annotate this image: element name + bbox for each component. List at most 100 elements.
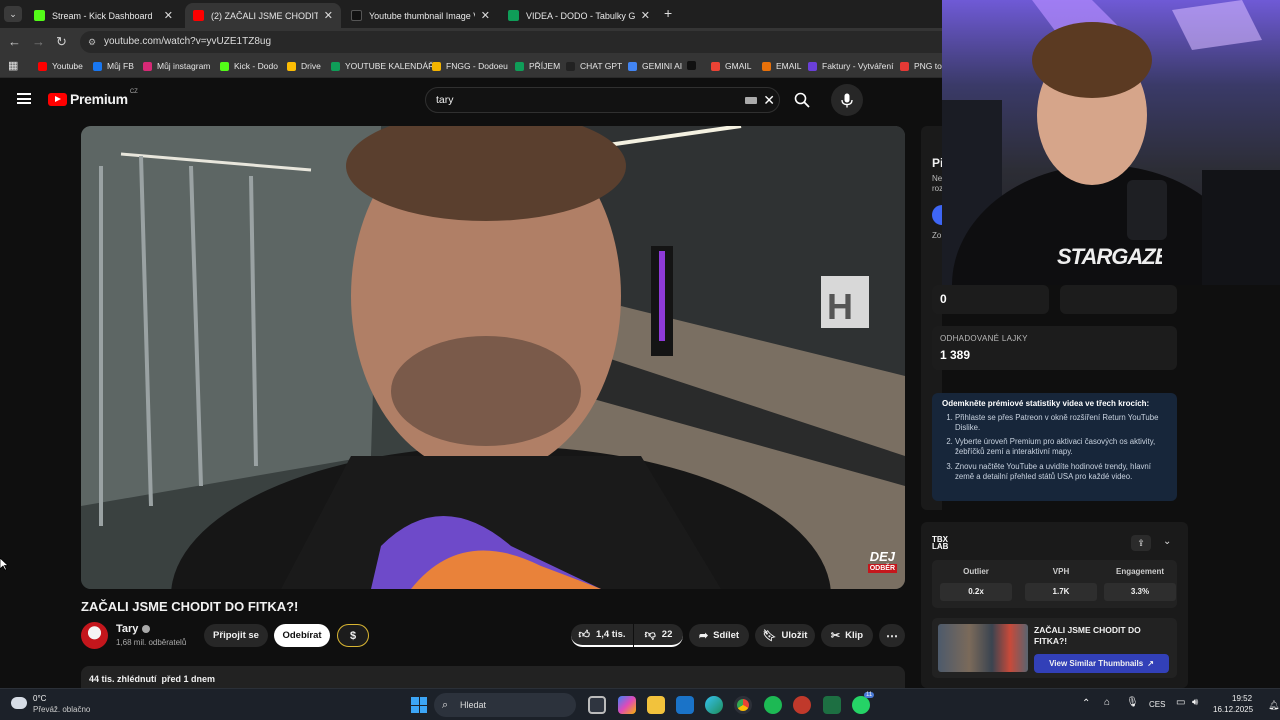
bookmark-item[interactable]: FNGG - Dodoeu: [432, 61, 508, 71]
search-input[interactable]: tary ✕: [425, 87, 780, 113]
join-button[interactable]: Připojit se: [204, 624, 268, 647]
stat-header: VPH: [1052, 567, 1070, 576]
close-icon[interactable]: ✕: [641, 9, 650, 22]
bookmark-item[interactable]: Youtube: [38, 61, 83, 71]
dislike-button[interactable]: 👎︎ 22: [634, 624, 683, 647]
bookmark-label: Můj instagram: [157, 61, 211, 71]
tab-title: Youtube thumbnail Image View: [369, 10, 475, 21]
like-button[interactable]: 👍︎ 1,4 tis.: [571, 624, 633, 647]
copilot-icon[interactable]: [618, 696, 636, 714]
weather-temp: 0°C: [33, 694, 47, 703]
tray-chevron-icon[interactable]: ⌃: [1082, 698, 1090, 709]
share-button[interactable]: ➦ Sdílet: [689, 624, 749, 647]
premium-step-3: Znovu načtěte YouTube a uvidíte hodinové…: [955, 462, 1167, 482]
bookmark-label: Faktury - Vytváření: [822, 61, 894, 71]
taskbar-search-input[interactable]: ⌕ Hledat: [434, 693, 576, 717]
bookmark-item[interactable]: YOUTUBE KALENDÁŘ: [331, 61, 434, 71]
whatsapp-icon[interactable]: [852, 696, 870, 714]
description-box[interactable]: 44 tis. zhlédnutí před 1 dnem: [81, 666, 905, 690]
tab-thumbnail-viewer[interactable]: Youtube thumbnail Image View ✕: [343, 3, 498, 28]
search-button[interactable]: [786, 84, 818, 116]
menu-hamburger-icon[interactable]: [17, 93, 31, 104]
subscribe-watermark[interactable]: DEJ ODBĚR: [867, 549, 897, 573]
clock-time[interactable]: 19:52: [1232, 694, 1252, 703]
clip-label: Klip: [845, 630, 864, 641]
display-icon[interactable]: ▭: [1176, 697, 1185, 708]
network-status-icon[interactable]: ⌂: [1104, 697, 1110, 708]
channel-avatar[interactable]: [81, 622, 108, 649]
obs-icon[interactable]: [793, 696, 811, 714]
channel-name[interactable]: Tary: [116, 623, 151, 635]
stat-value: 0.2x: [940, 583, 1012, 601]
bookmark-item[interactable]: PNG to: [900, 61, 942, 71]
task-view-icon[interactable]: [588, 696, 606, 714]
tab-youtube-video[interactable]: (2) ZAČALI JSME CHODIT DO FI ✕: [185, 3, 341, 28]
video-thumbnail[interactable]: [938, 624, 1028, 672]
bookmark-item[interactable]: PŘÍJEM: [515, 61, 560, 71]
more-actions-button[interactable]: ⋯: [879, 624, 905, 647]
apps-grid-icon[interactable]: ▦: [8, 59, 18, 72]
watermark-line-1: DEJ: [869, 549, 895, 564]
bookmark-item[interactable]: GEMINI AI: [628, 61, 682, 71]
site-info-icon[interactable]: ⚙: [88, 31, 96, 53]
bookmark-item[interactable]: GMAIL: [711, 61, 751, 71]
stat-header: Outlier: [963, 567, 989, 576]
bookmark-label: FNGG - Dodoeu: [446, 61, 508, 71]
file-explorer-icon[interactable]: [647, 696, 665, 714]
save-button[interactable]: 🔖︎ Uložit: [755, 624, 815, 647]
outlook-icon[interactable]: [676, 696, 694, 714]
clear-search-icon[interactable]: ✕: [763, 88, 775, 112]
bookmark-item[interactable]: CHAT GPT: [566, 61, 622, 71]
windows-taskbar: 0°C Převáž. oblačno ⌕ Hledat 11 ⌃ ⌂ 🎙︎ C…: [0, 688, 1280, 720]
excel-icon[interactable]: [823, 696, 841, 714]
bookmark-item[interactable]: Můj instagram: [143, 61, 210, 71]
analytics-extension-card: TBX LAB ⇪ ⌄ Outlier 0.2x VPH 1.7K Engagement 3…: [921, 522, 1188, 688]
clock-date[interactable]: 16.12.2025: [1213, 705, 1253, 714]
forward-arrow-icon[interactable]: →: [32, 34, 45, 49]
keyboard-icon[interactable]: [745, 97, 757, 104]
back-arrow-icon[interactable]: ←: [8, 34, 21, 49]
bookmark-item[interactable]: EMAIL: [762, 61, 802, 71]
bookmark-item[interactable]: Faktury - Vytváření: [808, 61, 893, 71]
tray-microphone-icon[interactable]: 🎙︎: [1126, 697, 1139, 708]
volume-icon[interactable]: 🔊︎: [1192, 697, 1198, 708]
tab-google-sheets[interactable]: VIDEA - DODO - Tabulky Googl ✕: [500, 3, 658, 28]
new-tab-button[interactable]: +: [664, 5, 672, 21]
bookmark-item[interactable]: [687, 61, 701, 70]
collapse-chevron-icon[interactable]: ⌄: [1163, 536, 1171, 547]
close-icon[interactable]: ✕: [481, 9, 490, 22]
spotify-icon[interactable]: [764, 696, 782, 714]
tab-kick-dashboard[interactable]: Stream - Kick Dashboard ✕: [26, 3, 181, 28]
input-language[interactable]: CES: [1149, 700, 1165, 709]
view-similar-label: View Similar Thumbnails: [1049, 659, 1144, 668]
subscribe-button[interactable]: Odebírat: [274, 624, 330, 647]
edge-icon[interactable]: [705, 696, 723, 714]
view-similar-thumbnails-button[interactable]: View Similar Thumbnails ↗: [1034, 654, 1169, 673]
clip-button[interactable]: ✂ Klip: [821, 624, 873, 647]
dislike-stat-card: 0: [932, 285, 1049, 314]
premium-steps-list: Přihlaste se přes Patreon v okně rozšíře…: [942, 413, 1167, 482]
bookmark-label: Youtube: [52, 61, 83, 71]
tab-search-button[interactable]: ⌄: [4, 6, 22, 22]
bookmark-item[interactable]: Můj FB: [93, 61, 134, 71]
thanks-button[interactable]: $: [337, 624, 369, 647]
weather-icon[interactable]: [11, 697, 27, 709]
export-button[interactable]: ⇪: [1131, 535, 1151, 551]
youtube-logo[interactable]: Premium CZ: [48, 89, 138, 107]
external-link-icon: ↗: [1147, 659, 1154, 668]
reload-icon[interactable]: ↻: [56, 34, 67, 50]
bookmark-favicon-icon: [687, 61, 696, 70]
bookmark-item[interactable]: Kick - Dodo: [220, 61, 278, 71]
notifications-bell-icon[interactable]: 🔔︎: [1268, 700, 1279, 711]
youtube-header: Premium CZ tary ✕: [0, 78, 942, 122]
video-player[interactable]: H DEJ ODBĚR: [81, 126, 905, 589]
chrome-icon[interactable]: [734, 696, 752, 714]
bookmark-item[interactable]: Drive: [287, 61, 321, 71]
windows-start-icon[interactable]: [411, 697, 427, 713]
bookmark-favicon-icon: [432, 61, 441, 71]
close-icon[interactable]: ✕: [324, 9, 333, 22]
extension-logo-icon: TBX LAB: [932, 535, 949, 552]
voice-search-button[interactable]: [831, 84, 863, 116]
close-icon[interactable]: ✕: [164, 9, 173, 22]
thumbnail-card: ZAČALI JSME CHODIT DO FITKA?! View Simil…: [932, 618, 1177, 678]
